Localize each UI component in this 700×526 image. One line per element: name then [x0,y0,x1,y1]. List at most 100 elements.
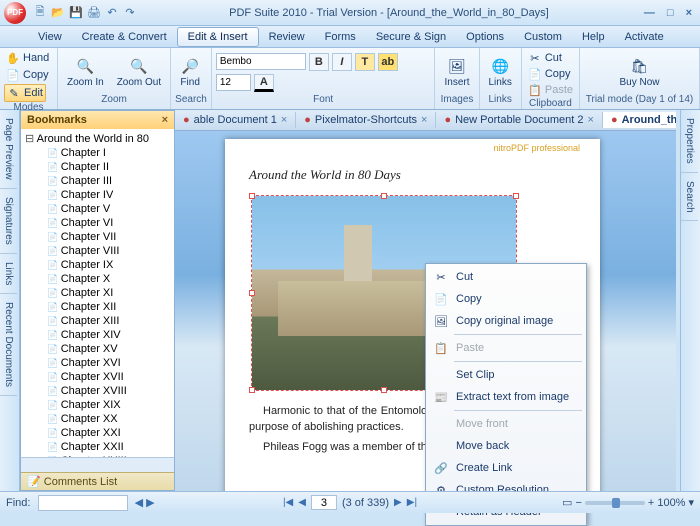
zoom-out-icon[interactable]: − [575,497,581,509]
resize-handle[interactable] [249,290,255,296]
side-tab-recent-documents[interactable]: Recent Documents [0,294,17,396]
app-logo[interactable]: PDF [4,2,26,24]
menu-view[interactable]: View [28,28,72,46]
first-page-icon[interactable]: |◀ [283,497,293,508]
prev-page-icon[interactable]: ◀ [298,497,306,508]
print-icon[interactable]: 🖨 [86,5,102,21]
doc-tab[interactable]: ●New Portable Document 2× [436,112,603,128]
doc-tab[interactable]: ●Around_the_World_in_...× [603,112,676,128]
zoom-dropdown-icon[interactable]: ▾ [688,496,694,509]
text-tool-button[interactable]: T [355,53,375,71]
minimize-button[interactable]: — [640,7,659,19]
insert-image-button[interactable]: 🖼Insert [439,55,474,90]
zoom-in-icon[interactable]: + [648,497,654,509]
maximize-button[interactable]: □ [663,7,678,19]
font-color-button[interactable]: A [254,74,274,92]
next-page-icon[interactable]: ▶ [394,497,402,508]
bookmarks-tree[interactable]: Around the World in 80 Chapter IChapter … [21,129,174,457]
fit-page-icon[interactable]: ▭ [562,496,572,509]
links-button[interactable]: 🌐Links [484,55,517,90]
bookmark-item[interactable]: Chapter XII [25,300,174,314]
side-tab-page-preview[interactable]: Page Preview [0,110,17,189]
bookmark-item[interactable]: Chapter VII [25,230,174,244]
zoom-out-button[interactable]: 🔍Zoom Out [112,55,166,90]
close-tab-icon[interactable]: × [588,114,594,126]
menu-help[interactable]: Help [572,28,615,46]
hand-mode[interactable]: ✋Hand [4,50,51,66]
bookmark-item[interactable]: Chapter X [25,272,174,286]
resize-handle[interactable] [249,193,255,199]
redo-icon[interactable]: ↷ [122,5,138,21]
copy-button[interactable]: 📄Copy [526,66,573,82]
menu-options[interactable]: Options [456,28,514,46]
bookmark-item[interactable]: Chapter III [25,174,174,188]
menu-item-extract-text-from-image[interactable]: 📰Extract text from image [428,386,584,408]
close-tab-icon[interactable]: × [421,114,427,126]
menu-secure-sign[interactable]: Secure & Sign [366,28,456,46]
paste-button[interactable]: 📋Paste [526,82,575,98]
page-number-input[interactable] [311,495,337,510]
close-panel-icon[interactable]: × [162,114,168,126]
bookmark-item[interactable]: Chapter XX [25,412,174,426]
save-icon[interactable]: 💾 [68,5,84,21]
menu-item-set-clip[interactable]: Set Clip [428,364,584,386]
bookmark-item[interactable]: Chapter XIII [25,314,174,328]
bookmark-item[interactable]: Chapter XVII [25,370,174,384]
find-input[interactable] [38,495,128,511]
font-name-input[interactable] [216,53,306,70]
bookmark-item[interactable]: Chapter I [25,146,174,160]
bookmark-item[interactable]: Chapter XV [25,342,174,356]
copy-mode[interactable]: 📄Copy [4,67,51,83]
menu-item-copy[interactable]: 📄Copy [428,288,584,310]
scrollbar-h[interactable] [21,457,174,472]
menu-item-cut[interactable]: ✂Cut [428,266,584,288]
menu-review[interactable]: Review [259,28,315,46]
menu-item-create-link[interactable]: 🔗Create Link [428,457,584,479]
undo-icon[interactable]: ↶ [104,5,120,21]
zoom-slider[interactable] [585,501,645,505]
close-tab-icon[interactable]: × [281,114,287,126]
bookmark-item[interactable]: Chapter XI [25,286,174,300]
resize-handle[interactable] [381,193,387,199]
bold-button[interactable]: B [309,53,329,71]
bookmark-item[interactable]: Chapter XIX [25,398,174,412]
bookmark-item[interactable]: Chapter XVI [25,356,174,370]
bookmark-item[interactable]: Chapter XXII [25,440,174,454]
bookmark-item[interactable]: Chapter XIV [25,328,174,342]
side-tab-search[interactable]: Search [681,173,698,222]
side-tab-signatures[interactable]: Signatures [0,189,17,254]
find-next-icon[interactable]: ▶ [146,497,154,509]
side-tab-properties[interactable]: Properties [681,110,698,173]
menu-custom[interactable]: Custom [514,28,572,46]
bookmark-item[interactable]: Chapter II [25,160,174,174]
new-icon[interactable]: 🗎 [32,5,48,21]
menu-edit-insert[interactable]: Edit & Insert [177,27,259,47]
last-page-icon[interactable]: ▶| [407,497,417,508]
italic-button[interactable]: I [332,53,352,71]
bookmark-item[interactable]: Chapter IV [25,188,174,202]
bookmark-item[interactable]: Chapter VIII [25,244,174,258]
bookmark-item[interactable]: Chapter VI [25,216,174,230]
resize-handle[interactable] [381,387,387,393]
bookmark-item[interactable]: Chapter XXI [25,426,174,440]
menu-item-copy-original-image[interactable]: 🖼Copy original image [428,310,584,332]
doc-tab[interactable]: ●Pixelmator-Shortcuts× [296,112,436,128]
side-tab-links[interactable]: Links [0,254,17,294]
bookmark-item[interactable]: Chapter IX [25,258,174,272]
zoom-in-button[interactable]: 🔍Zoom In [62,55,109,90]
buy-now-button[interactable]: 🛍Buy Now [614,55,664,90]
font-size-input[interactable] [216,74,251,91]
find-button[interactable]: 🔎Find [175,55,205,90]
menu-forms[interactable]: Forms [315,28,366,46]
doc-tab[interactable]: ●able Document 1× [175,112,296,128]
edit-mode[interactable]: ✎Edit [4,84,46,102]
menu-item-move-back[interactable]: Move back [428,435,584,457]
menu-create-convert[interactable]: Create & Convert [72,28,177,46]
close-button[interactable]: × [682,7,696,19]
highlight-button[interactable]: ab [378,53,398,71]
resize-handle[interactable] [513,193,519,199]
find-prev-icon[interactable]: ◀ [135,497,143,509]
bookmark-item[interactable]: Chapter XVIII [25,384,174,398]
cut-button[interactable]: ✂Cut [526,50,564,66]
bookmark-root[interactable]: Around the World in 80 [25,131,174,146]
